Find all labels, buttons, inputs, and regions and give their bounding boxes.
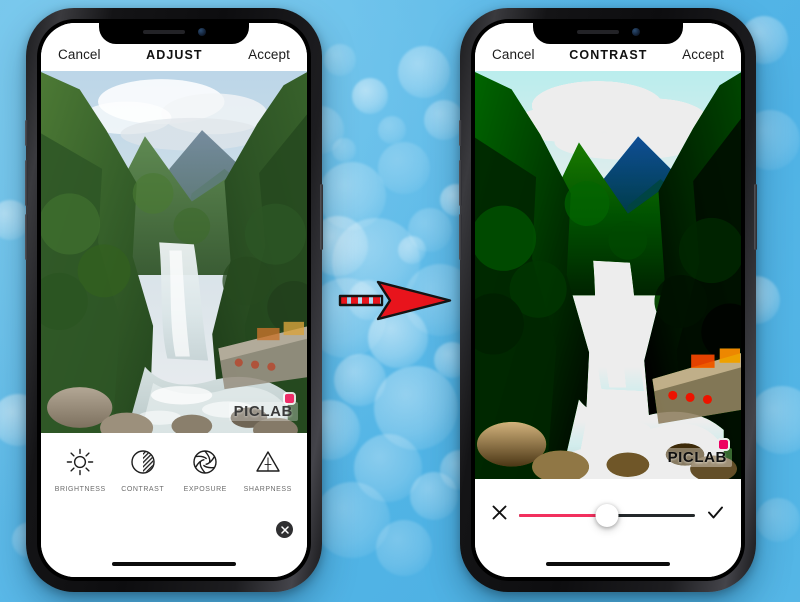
- page-title: CONTRAST: [569, 48, 647, 62]
- screen-right: Cancel CONTRAST Accept PICLAB: [475, 23, 741, 577]
- volume-up-button[interactable]: [25, 160, 28, 206]
- slider-fill: [519, 514, 607, 517]
- close-button[interactable]: [276, 521, 293, 538]
- tool-brightness[interactable]: BRIGHTNESS: [49, 447, 111, 493]
- slider-confirm-button[interactable]: [706, 503, 725, 527]
- notch: [533, 19, 683, 44]
- watermark-text: PICLAB: [668, 449, 727, 466]
- tool-label: EXPOSURE: [184, 486, 227, 493]
- earpiece-speaker: [577, 30, 619, 34]
- notch: [99, 19, 249, 44]
- front-camera-icon: [198, 28, 206, 36]
- bokeh-circle: [352, 78, 388, 114]
- check-icon: [706, 503, 725, 522]
- earpiece-speaker: [143, 30, 185, 34]
- cancel-button[interactable]: Cancel: [492, 47, 535, 62]
- slider-cancel-button[interactable]: [491, 504, 508, 526]
- tool-contrast[interactable]: CONTRAST: [112, 447, 174, 493]
- volume-down-button[interactable]: [25, 214, 28, 260]
- slider-panel: [475, 479, 741, 551]
- home-indicator[interactable]: [112, 562, 236, 566]
- brightness-icon: [65, 447, 95, 477]
- mute-switch[interactable]: [25, 120, 28, 146]
- photo-preview-after[interactable]: PICLAB: [475, 71, 741, 479]
- tool-label: BRIGHTNESS: [55, 486, 106, 493]
- bokeh-circle: [424, 100, 464, 140]
- tool-sharpness[interactable]: SHARPNESS: [237, 447, 299, 493]
- power-button[interactable]: [320, 184, 323, 250]
- tool-exposure[interactable]: EXPOSURE: [174, 447, 236, 493]
- tool-list: BRIGHTNESS CONTRAST EXPOSURE SHARPNESS: [41, 433, 307, 493]
- bokeh-circle: [756, 498, 800, 542]
- bokeh-circle: [332, 138, 356, 162]
- right-arrow: [330, 272, 462, 328]
- page-title: ADJUST: [146, 48, 203, 62]
- front-camera-icon: [632, 28, 640, 36]
- contrast-slider[interactable]: [519, 502, 695, 528]
- mute-switch[interactable]: [459, 120, 462, 146]
- volume-up-button[interactable]: [459, 160, 462, 206]
- bokeh-circle: [324, 44, 356, 76]
- tool-label: CONTRAST: [121, 486, 164, 493]
- watermark: PICLAB: [229, 402, 298, 421]
- screen-bezel: Cancel ADJUST Accept PICLAB BRIGHTNESS C…: [37, 19, 311, 581]
- power-button[interactable]: [754, 184, 757, 250]
- bokeh-circle: [398, 46, 450, 98]
- bokeh-circle: [378, 142, 430, 194]
- watermark-badge-icon: [285, 394, 294, 403]
- close-icon: [491, 504, 508, 521]
- bokeh-circle: [376, 520, 432, 576]
- photo-preview-before[interactable]: PICLAB: [41, 71, 307, 433]
- tool-label: SHARPNESS: [244, 486, 292, 493]
- bokeh-circle: [378, 116, 406, 144]
- screen-left: Cancel ADJUST Accept PICLAB BRIGHTNESS C…: [41, 23, 307, 577]
- home-indicator-area: [41, 551, 307, 577]
- contrast-icon: [128, 447, 158, 477]
- watermark-badge-icon: [719, 440, 728, 449]
- home-indicator[interactable]: [546, 562, 670, 566]
- bokeh-circle: [398, 236, 426, 264]
- exposure-icon: [190, 447, 220, 477]
- watermark-text: PICLAB: [234, 403, 293, 420]
- screen-bezel: Cancel CONTRAST Accept PICLAB: [471, 19, 745, 581]
- close-icon: [281, 526, 289, 534]
- tool-panel: BRIGHTNESS CONTRAST EXPOSURE SHARPNESS: [41, 433, 307, 551]
- home-indicator-area: [475, 551, 741, 577]
- accept-button[interactable]: Accept: [248, 47, 290, 62]
- accept-button[interactable]: Accept: [682, 47, 724, 62]
- after-phone: Cancel CONTRAST Accept PICLAB: [460, 8, 756, 592]
- watermark: PICLAB: [663, 448, 732, 467]
- before-phone: Cancel ADJUST Accept PICLAB BRIGHTNESS C…: [26, 8, 322, 592]
- cancel-button[interactable]: Cancel: [58, 47, 101, 62]
- sharpness-icon: [253, 447, 283, 477]
- volume-down-button[interactable]: [459, 214, 462, 260]
- slider-thumb[interactable]: [596, 504, 619, 527]
